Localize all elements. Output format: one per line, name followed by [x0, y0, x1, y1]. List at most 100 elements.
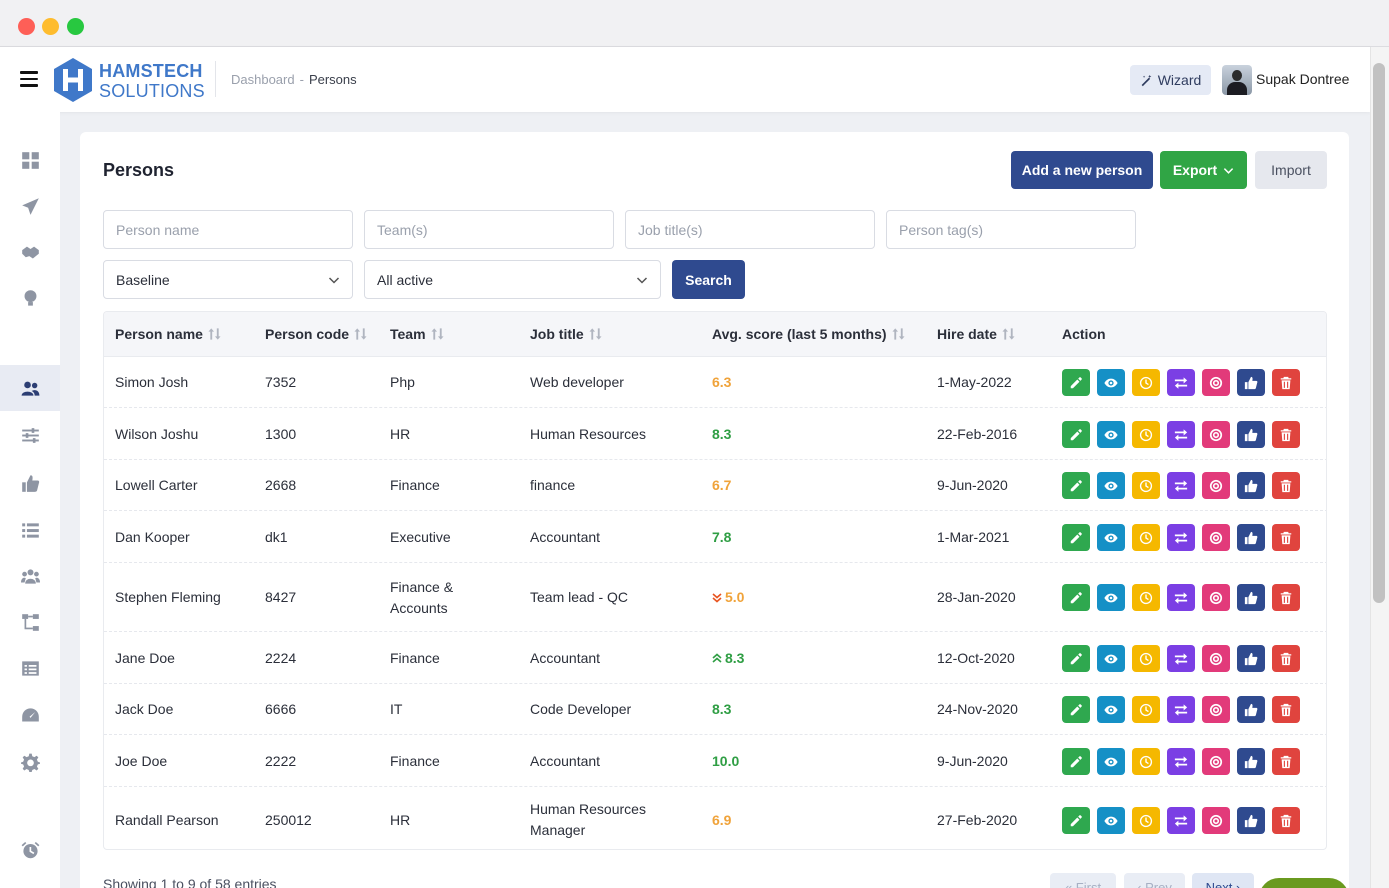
goal-button[interactable] [1202, 645, 1230, 672]
person-name-input[interactable] [103, 210, 353, 249]
goal-button[interactable] [1202, 524, 1230, 551]
view-button[interactable] [1097, 584, 1125, 611]
feedback-button[interactable] [1237, 645, 1265, 672]
feedback-button[interactable] [1237, 748, 1265, 775]
header-person-name[interactable]: Person name [115, 326, 221, 342]
sidebar-item-settings-sliders[interactable] [0, 412, 60, 458]
header-job-title[interactable]: Job title [530, 326, 602, 342]
status-select[interactable]: All active [364, 260, 661, 299]
delete-button[interactable] [1272, 748, 1300, 775]
goal-button[interactable] [1202, 807, 1230, 834]
sidebar-item-dashboard[interactable] [0, 137, 60, 183]
window-close-button[interactable] [18, 18, 35, 35]
view-button[interactable] [1097, 645, 1125, 672]
window-maximize-button[interactable] [67, 18, 84, 35]
view-button[interactable] [1097, 472, 1125, 499]
history-button[interactable] [1132, 696, 1160, 723]
edit-button[interactable] [1062, 584, 1090, 611]
export-button[interactable]: Export [1160, 151, 1247, 189]
sidebar-item-persons[interactable] [0, 365, 60, 411]
history-button[interactable] [1132, 369, 1160, 396]
view-button[interactable] [1097, 807, 1125, 834]
header-hire-date[interactable]: Hire date [937, 326, 1015, 342]
goal-button[interactable] [1202, 584, 1230, 611]
sidebar-item-send[interactable] [0, 183, 60, 229]
delete-button[interactable] [1272, 645, 1300, 672]
sidebar-item-org-chart[interactable] [0, 599, 60, 645]
baseline-select[interactable]: Baseline [103, 260, 353, 299]
view-button[interactable] [1097, 524, 1125, 551]
edit-button[interactable] [1062, 748, 1090, 775]
header-team[interactable]: Team [390, 326, 444, 342]
history-button[interactable] [1132, 524, 1160, 551]
goal-button[interactable] [1202, 696, 1230, 723]
history-button[interactable] [1132, 584, 1160, 611]
edit-button[interactable] [1062, 696, 1090, 723]
history-button[interactable] [1132, 645, 1160, 672]
history-button[interactable] [1132, 748, 1160, 775]
view-button[interactable] [1097, 748, 1125, 775]
feedback-button[interactable] [1237, 524, 1265, 551]
sidebar-item-deals[interactable] [0, 229, 60, 275]
delete-button[interactable] [1272, 807, 1300, 834]
pagination-next-button[interactable]: Next › [1192, 873, 1254, 888]
person-tags-input[interactable] [886, 210, 1136, 249]
pagination-first-button[interactable]: « First [1050, 873, 1116, 888]
transfer-button[interactable] [1167, 369, 1195, 396]
history-button[interactable] [1132, 421, 1160, 448]
edit-button[interactable] [1062, 524, 1090, 551]
user-name[interactable]: Supak Dontree [1256, 71, 1349, 87]
page-scrollbar[interactable] [1370, 47, 1389, 888]
view-button[interactable] [1097, 696, 1125, 723]
sidebar-item-settings[interactable] [0, 739, 60, 785]
teams-input[interactable] [364, 210, 614, 249]
transfer-button[interactable] [1167, 472, 1195, 499]
add-person-button[interactable]: Add a new person [1011, 151, 1153, 189]
delete-button[interactable] [1272, 584, 1300, 611]
company-logo[interactable]: HAMSTECH SOLUTIONS [52, 56, 212, 104]
delete-button[interactable] [1272, 696, 1300, 723]
feedback-button[interactable] [1237, 807, 1265, 834]
wizard-button[interactable]: Wizard [1130, 65, 1211, 95]
sidebar-item-list[interactable] [0, 507, 60, 553]
sidebar-item-teams[interactable] [0, 553, 60, 599]
goal-button[interactable] [1202, 369, 1230, 396]
transfer-button[interactable] [1167, 748, 1195, 775]
menu-toggle-button[interactable] [20, 71, 38, 87]
view-button[interactable] [1097, 369, 1125, 396]
feedback-button[interactable] [1237, 369, 1265, 396]
edit-button[interactable] [1062, 369, 1090, 396]
history-button[interactable] [1132, 472, 1160, 499]
edit-button[interactable] [1062, 472, 1090, 499]
delete-button[interactable] [1272, 369, 1300, 396]
header-person-code[interactable]: Person code [265, 326, 367, 342]
feedback-button[interactable] [1237, 472, 1265, 499]
history-button[interactable] [1132, 807, 1160, 834]
header-avg-score[interactable]: Avg. score (last 5 months) [712, 326, 905, 342]
delete-button[interactable] [1272, 524, 1300, 551]
pagination-prev-button[interactable]: ‹ Prev [1124, 873, 1185, 888]
view-button[interactable] [1097, 421, 1125, 448]
goal-button[interactable] [1202, 421, 1230, 448]
goal-button[interactable] [1202, 748, 1230, 775]
sidebar-item-performance[interactable] [0, 692, 60, 738]
feedback-button[interactable] [1237, 421, 1265, 448]
job-titles-input[interactable] [625, 210, 875, 249]
sidebar-item-ideas[interactable] [0, 275, 60, 321]
feedback-button[interactable] [1237, 696, 1265, 723]
transfer-button[interactable] [1167, 696, 1195, 723]
breadcrumb-dashboard-link[interactable]: Dashboard [231, 72, 295, 87]
user-avatar[interactable] [1222, 65, 1252, 95]
transfer-button[interactable] [1167, 645, 1195, 672]
window-minimize-button[interactable] [42, 18, 59, 35]
transfer-button[interactable] [1167, 421, 1195, 448]
search-button[interactable]: Search [672, 260, 745, 299]
transfer-button[interactable] [1167, 524, 1195, 551]
edit-button[interactable] [1062, 421, 1090, 448]
feedback-button[interactable] [1237, 584, 1265, 611]
transfer-button[interactable] [1167, 584, 1195, 611]
delete-button[interactable] [1272, 472, 1300, 499]
goal-button[interactable] [1202, 472, 1230, 499]
sidebar-item-feedback[interactable] [0, 460, 60, 506]
sidebar-item-reminders[interactable] [0, 827, 60, 873]
